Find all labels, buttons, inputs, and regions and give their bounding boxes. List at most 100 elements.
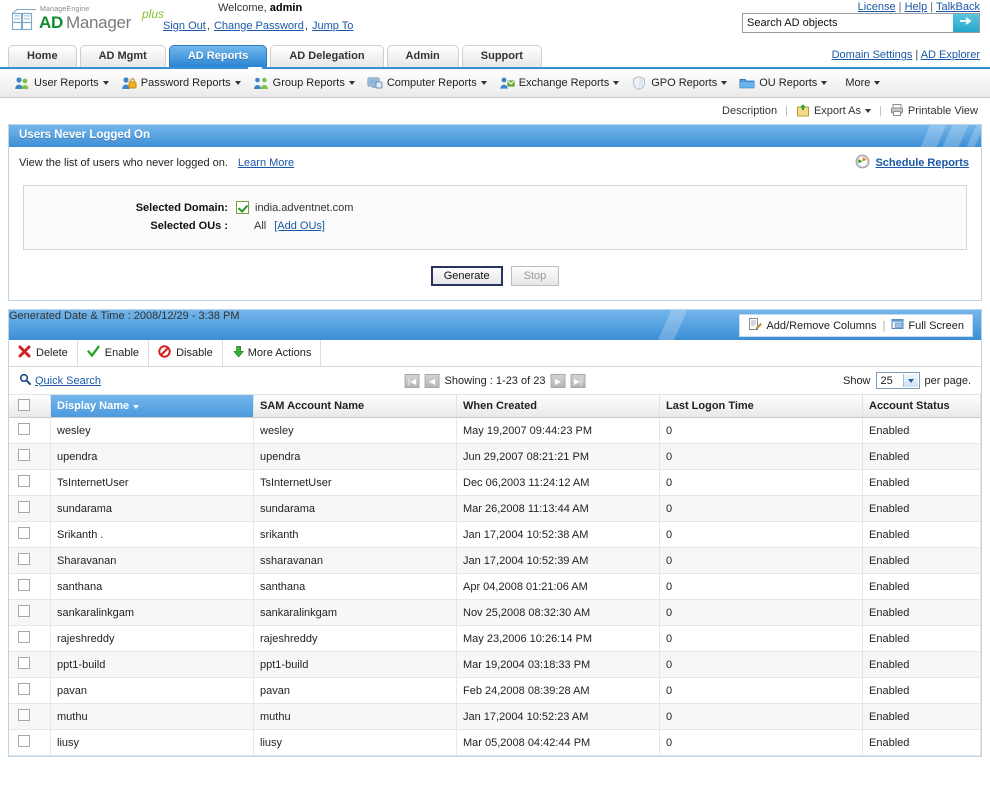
column-header-when-created[interactable]: When Created [457,395,660,418]
row-checkbox[interactable] [18,423,30,435]
stop-button[interactable]: Stop [511,266,560,286]
row-checkbox[interactable] [18,709,30,721]
cell-display-name: wesley [51,418,254,444]
row-select-cell[interactable] [9,470,51,496]
row-select-cell[interactable] [9,678,51,704]
row-checkbox[interactable] [18,605,30,617]
column-header-display-name[interactable]: Display Name [51,395,254,418]
first-page-icon[interactable]: |◀ [405,374,420,388]
menu-password-reports[interactable]: Password Reports [121,75,241,91]
row-checkbox[interactable] [18,579,30,591]
table-row[interactable]: SharavananssharavananJan 17,2004 10:52:3… [9,548,981,574]
jump-to-link[interactable]: Jump To [312,20,353,32]
help-link[interactable]: Help [905,1,928,13]
row-select-cell[interactable] [9,600,51,626]
select-all-checkbox[interactable] [18,399,30,411]
tab-ad-delegation[interactable]: AD Delegation [270,45,383,67]
domain-settings-link[interactable]: Domain Settings [832,49,913,61]
delete-button[interactable]: Delete [9,340,78,366]
column-header-account-status[interactable]: Account Status [863,395,981,418]
row-checkbox[interactable] [18,475,30,487]
row-select-cell[interactable] [9,730,51,756]
table-row[interactable]: TsInternetUserTsInternetUserDec 06,2003 … [9,470,981,496]
row-select-cell[interactable] [9,704,51,730]
tab-home[interactable]: Home [8,45,77,67]
row-select-cell[interactable] [9,444,51,470]
disable-button[interactable]: Disable [149,340,223,366]
enable-button[interactable]: Enable [78,340,149,366]
last-page-icon[interactable]: ▶| [570,374,585,388]
row-checkbox[interactable] [18,527,30,539]
menu-ou-reports[interactable]: OU Reports [739,75,827,91]
menu-computer-reports[interactable]: Computer Reports [367,75,487,91]
tab-admin[interactable]: Admin [387,45,459,67]
change-password-link[interactable]: Change Password [214,20,304,32]
row-select-cell[interactable] [9,418,51,444]
table-row[interactable]: Srikanth .srikanthJan 17,2004 10:52:38 A… [9,522,981,548]
table-row[interactable]: ppt1-buildppt1-buildMar 19,2004 03:18:33… [9,652,981,678]
row-checkbox[interactable] [18,735,30,747]
criteria-box: Selected Domain: india.adventnet.com Sel… [23,185,967,250]
export-as-button[interactable]: Export As [796,103,871,120]
delete-x-icon [18,345,31,361]
description-link[interactable]: Description [722,105,777,117]
per-page-select[interactable]: 25 [876,372,920,389]
select-all-header[interactable] [9,395,51,418]
table-row[interactable]: upendraupendraJun 29,2007 08:21:21 PM0En… [9,444,981,470]
row-checkbox[interactable] [18,631,30,643]
row-checkbox[interactable] [18,501,30,513]
quick-search-button[interactable]: Quick Search [19,373,101,388]
tab-ad-reports[interactable]: AD Reports [169,45,268,67]
menu-user-reports[interactable]: User Reports [14,75,109,91]
schedule-reports-button[interactable]: Schedule Reports [855,154,969,172]
cell-account-status: Enabled [863,600,981,626]
table-row[interactable]: sundaramasundaramaMar 26,2008 11:13:44 A… [9,496,981,522]
more-actions-button[interactable]: More Actions [223,340,322,366]
quick-search-link[interactable]: Quick Search [35,375,101,387]
row-select-cell[interactable] [9,522,51,548]
printable-view-button[interactable]: Printable View [890,103,978,120]
row-checkbox[interactable] [18,553,30,565]
generate-button[interactable]: Generate [431,266,503,286]
printer-icon [890,103,904,120]
columns-toolbar[interactable]: Add/Remove Columns | Full Screen [739,314,973,337]
global-search-box[interactable] [742,13,980,33]
table-row[interactable]: muthumuthuJan 17,2004 10:52:23 AM0Enable… [9,704,981,730]
search-submit-button[interactable] [953,14,979,32]
app-logo[interactable]: ManageEngine AD Manager plus [10,3,170,37]
tab-support[interactable]: Support [462,45,542,67]
ad-explorer-link[interactable]: AD Explorer [921,49,980,61]
table-row[interactable]: pavanpavanFeb 24,2008 08:39:28 AM0Enable… [9,678,981,704]
menu-more[interactable]: More [845,77,880,89]
table-row[interactable]: wesleywesleyMay 19,2007 09:44:23 PM0Enab… [9,418,981,444]
row-select-cell[interactable] [9,574,51,600]
row-checkbox[interactable] [18,449,30,461]
table-row[interactable]: liusyliusyMar 05,2008 04:42:44 PM0Enable… [9,730,981,756]
learn-more-link[interactable]: Learn More [238,157,294,169]
column-header-sam-account-name[interactable]: SAM Account Name [254,395,457,418]
menu-group-reports[interactable]: Group Reports [253,75,355,91]
row-checkbox[interactable] [18,657,30,669]
row-checkbox[interactable] [18,683,30,695]
row-select-cell[interactable] [9,626,51,652]
table-row[interactable]: sankaralinkgamsankaralinkgamNov 25,2008 … [9,600,981,626]
add-ous-link[interactable]: [Add OUs] [274,220,325,232]
tab-ad-mgmt[interactable]: AD Mgmt [80,45,166,67]
row-select-cell[interactable] [9,548,51,574]
talkback-link[interactable]: TalkBack [936,1,980,13]
row-select-cell[interactable] [9,496,51,522]
table-row[interactable]: santhanasanthanaApr 04,2008 01:21:06 AM0… [9,574,981,600]
sign-out-link[interactable]: Sign Out [163,20,206,32]
menu-exchange-reports[interactable]: Exchange Reports [499,75,620,91]
search-input[interactable] [743,14,953,32]
next-page-icon[interactable]: ▶ [550,374,565,388]
table-row[interactable]: rajeshreddyrajeshreddyMay 23,2006 10:26:… [9,626,981,652]
menu-gpo-reports[interactable]: GPO Reports [631,75,727,91]
column-header-last-logon-time[interactable]: Last Logon Time [660,395,863,418]
license-link[interactable]: License [858,1,896,13]
domain-checkbox[interactable] [236,201,249,214]
schedule-reports-link[interactable]: Schedule Reports [875,157,969,169]
chevron-down-icon [235,81,241,85]
row-select-cell[interactable] [9,652,51,678]
prev-page-icon[interactable]: ◀ [425,374,440,388]
